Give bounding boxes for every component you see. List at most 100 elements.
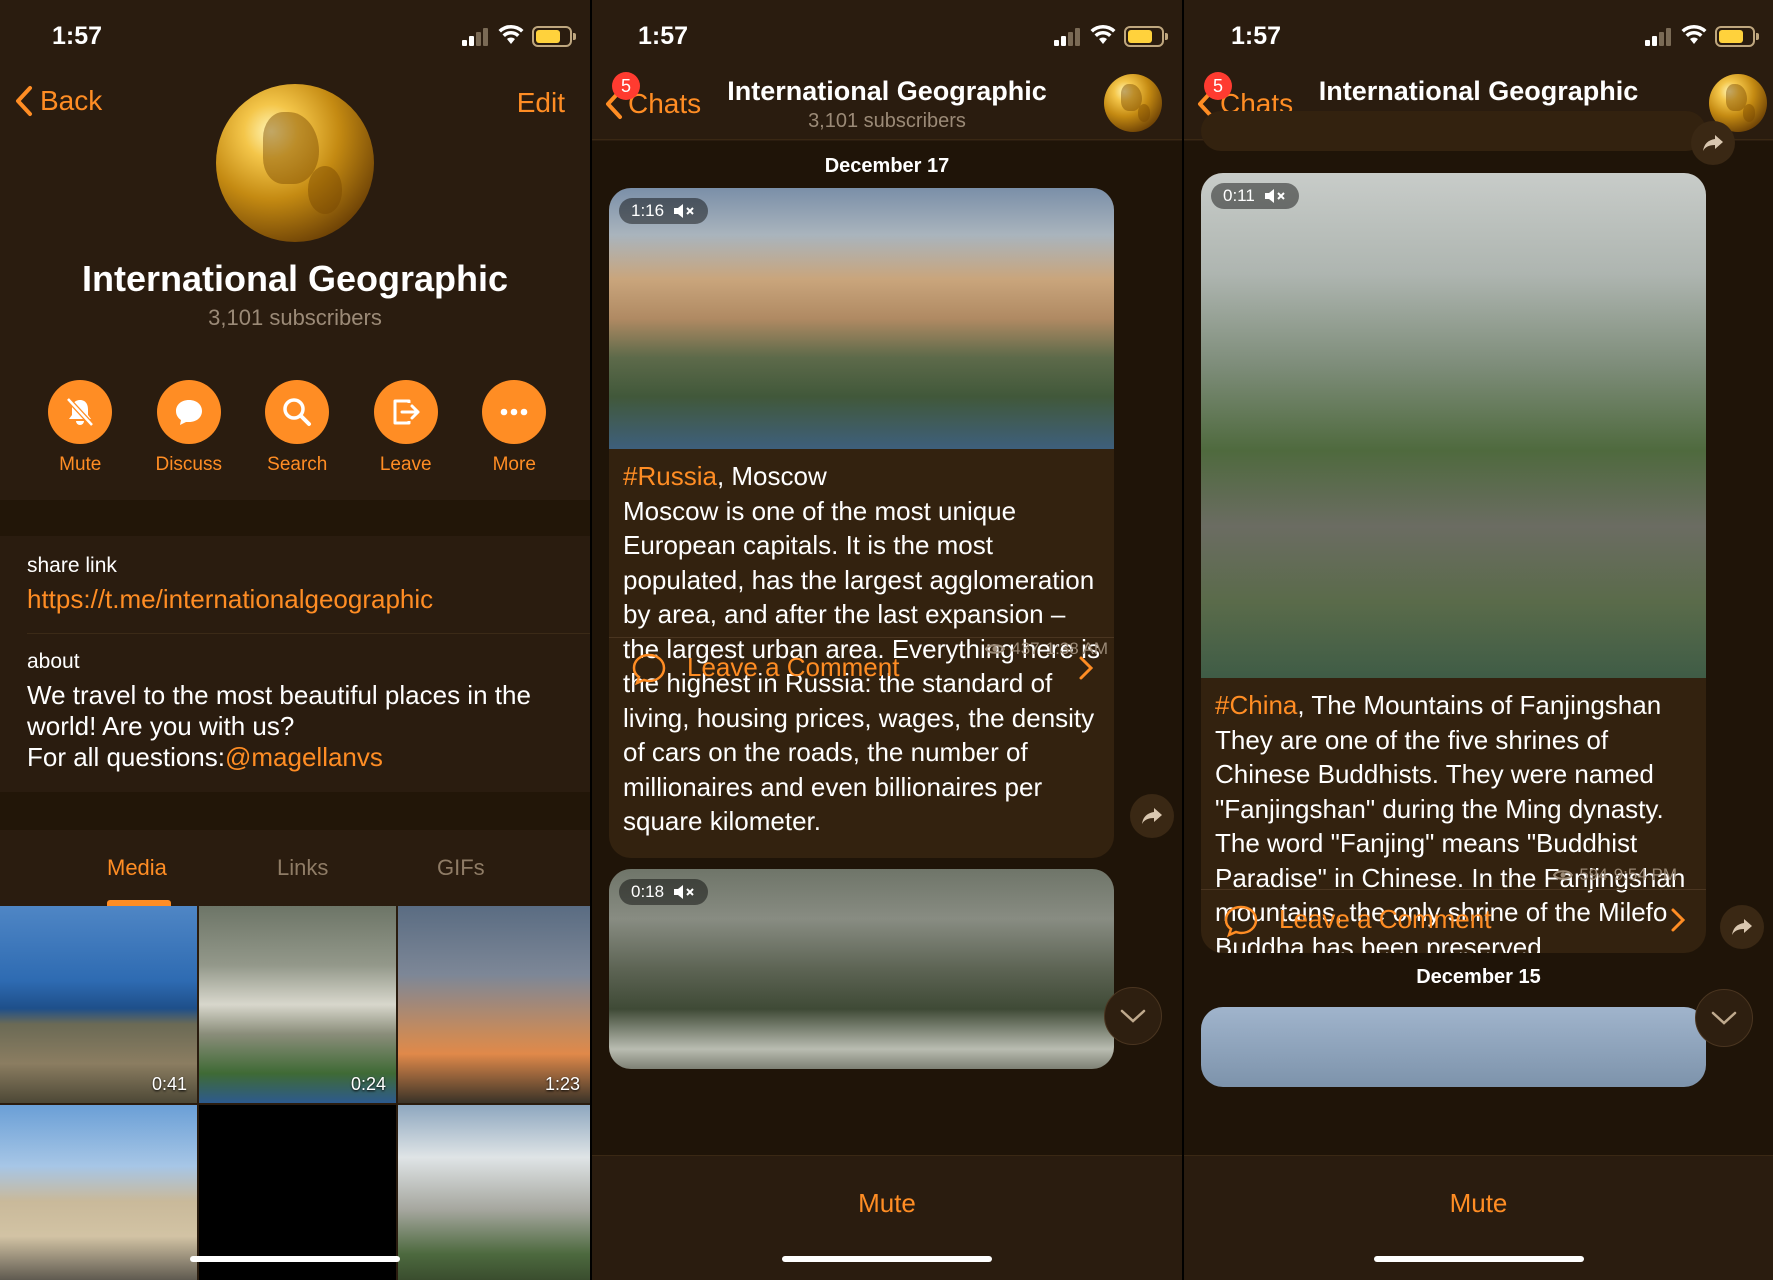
about-text: We travel to the most beautiful places i… xyxy=(27,680,587,773)
message-bubble: 0:18 xyxy=(609,869,1114,1069)
media-thumbnail[interactable] xyxy=(398,1105,590,1280)
video-badge: 1:16 xyxy=(619,198,709,224)
video-thumbnail[interactable]: 1:16 xyxy=(609,188,1114,449)
section-gap xyxy=(0,500,590,536)
channel-title: International Geographic xyxy=(81,258,509,299)
chevron-right-icon xyxy=(1079,656,1094,680)
action-row: Mute Discuss Search Leave More xyxy=(26,380,569,476)
video-duration: 1:16 xyxy=(631,201,665,220)
back-button[interactable]: Back xyxy=(14,85,102,117)
discuss-action-button[interactable]: Discuss xyxy=(135,380,244,476)
media-thumbnail[interactable]: 0:24 xyxy=(199,906,396,1103)
back-label: Back xyxy=(40,85,103,116)
comment-bubble-icon xyxy=(1224,905,1258,938)
share-button[interactable] xyxy=(1691,121,1735,165)
media-thumbnail[interactable] xyxy=(0,1105,197,1280)
message-bubble-partial xyxy=(1201,1007,1706,1087)
home-indicator xyxy=(190,1256,400,1262)
share-link[interactable]: https://t.me/internationalgeographic xyxy=(27,584,433,615)
leave-comment-button[interactable]: Leave a Comment xyxy=(1201,889,1706,951)
leave-comment-label: Leave a Comment xyxy=(1279,904,1492,934)
home-indicator xyxy=(782,1256,992,1262)
media-grid: 0:41 0:24 1:23 xyxy=(0,906,590,1280)
chat-header: Chats 5 International Geographic 3,101 s… xyxy=(592,70,1182,140)
about-label: about xyxy=(27,650,80,673)
status-bar: 1:57 xyxy=(592,0,1182,70)
video-thumbnail[interactable]: 0:18 xyxy=(609,869,1114,1069)
bell-slash-icon xyxy=(48,380,113,444)
wifi-icon xyxy=(1090,24,1116,44)
mute-button[interactable]: Mute xyxy=(592,1188,1182,1219)
media-thumbnail[interactable] xyxy=(199,1105,396,1280)
battery-icon xyxy=(532,26,576,47)
video-duration: 0:24 xyxy=(350,1074,386,1094)
home-indicator xyxy=(1373,1256,1584,1262)
media-thumbnail[interactable]: 1:23 xyxy=(398,906,590,1103)
message-bubble-partial xyxy=(1201,111,1706,151)
video-duration: 0:18 xyxy=(631,882,665,901)
post-time: 9:54 PM xyxy=(1613,865,1677,884)
message-list: 0:11 #China, The Mountains of Fanjingsha… xyxy=(1184,111,1773,1155)
share-arrow-icon xyxy=(1703,135,1723,151)
video-thumbnail[interactable]: 0:11 xyxy=(1201,173,1706,678)
video-badge: 0:11 xyxy=(1211,183,1299,209)
battery-icon xyxy=(1124,26,1168,47)
more-icon xyxy=(482,380,547,444)
chat-bubble-icon xyxy=(156,380,221,444)
status-time: 1:57 xyxy=(52,22,103,50)
mute-action-label: Mute xyxy=(59,454,102,475)
date-separator: December 15 xyxy=(1416,966,1541,988)
hashtag-link[interactable]: #China xyxy=(1215,690,1297,720)
chevron-down-icon xyxy=(1711,1011,1737,1025)
comment-bubble-icon xyxy=(632,653,666,686)
muted-speaker-icon xyxy=(1264,189,1285,203)
tab-links[interactable]: Links xyxy=(277,855,328,881)
battery-icon xyxy=(1715,26,1759,47)
search-action-button[interactable]: Search xyxy=(243,380,352,476)
about-questions: For all questions: xyxy=(27,742,225,772)
status-time: 1:57 xyxy=(1231,22,1282,50)
channel-profile-screen: 1:57 Back Edit International Geographic … xyxy=(0,0,590,1280)
status-time: 1:57 xyxy=(638,22,689,50)
share-button[interactable] xyxy=(1130,794,1174,838)
status-bar: 1:57 xyxy=(1184,0,1773,70)
chat-title[interactable]: International Geographic xyxy=(1184,76,1773,107)
tab-gifs[interactable]: GIFs xyxy=(437,855,485,881)
chevron-left-icon xyxy=(16,86,32,116)
chevron-right-icon xyxy=(1671,908,1686,932)
triptych: 1:57 Back Edit International Geographic … xyxy=(0,0,1773,1280)
status-bar: 1:57 xyxy=(0,0,590,70)
wifi-icon xyxy=(1681,24,1707,44)
channel-chat-screen-2: 1:57 Chats 5 International Geographic 3,… xyxy=(1184,0,1773,1280)
leave-comment-button[interactable]: Leave a Comment xyxy=(609,637,1114,699)
mention-link[interactable]: @magellanvs xyxy=(225,742,383,772)
more-action-button[interactable]: More xyxy=(460,380,569,476)
leave-action-button[interactable]: Leave xyxy=(352,380,461,476)
hashtag-link[interactable]: #Russia xyxy=(623,461,717,491)
share-arrow-icon xyxy=(1142,808,1162,824)
tab-media[interactable]: Media xyxy=(107,855,167,881)
signal-icon xyxy=(1645,28,1673,46)
scroll-down-button[interactable] xyxy=(1104,987,1162,1045)
more-action-label: More xyxy=(492,454,536,475)
share-link-label: share link xyxy=(27,554,117,577)
mute-button[interactable]: Mute xyxy=(1184,1188,1773,1219)
leave-comment-label: Leave a Comment xyxy=(687,652,900,682)
muted-speaker-icon xyxy=(674,885,694,899)
scroll-down-button[interactable] xyxy=(1695,989,1753,1047)
media-tabs: Media Links GIFs xyxy=(0,830,590,906)
mute-action-button[interactable]: Mute xyxy=(26,380,135,476)
edit-button[interactable]: Edit xyxy=(517,87,565,119)
search-action-label: Search xyxy=(267,454,328,475)
share-button[interactable] xyxy=(1720,905,1764,949)
chevron-down-icon xyxy=(1120,1009,1146,1023)
bottom-bar: Mute xyxy=(1184,1155,1773,1280)
channel-avatar[interactable] xyxy=(216,84,374,242)
about-description: We travel to the most beautiful places i… xyxy=(27,680,531,741)
view-count: 594 xyxy=(1579,865,1608,884)
media-thumbnail[interactable]: 0:41 xyxy=(0,906,197,1103)
subscriber-count: 3,101 subscribers xyxy=(208,305,382,330)
chat-title[interactable]: International Geographic xyxy=(592,76,1182,107)
channel-avatar[interactable] xyxy=(1104,74,1162,132)
discuss-action-label: Discuss xyxy=(155,454,222,475)
